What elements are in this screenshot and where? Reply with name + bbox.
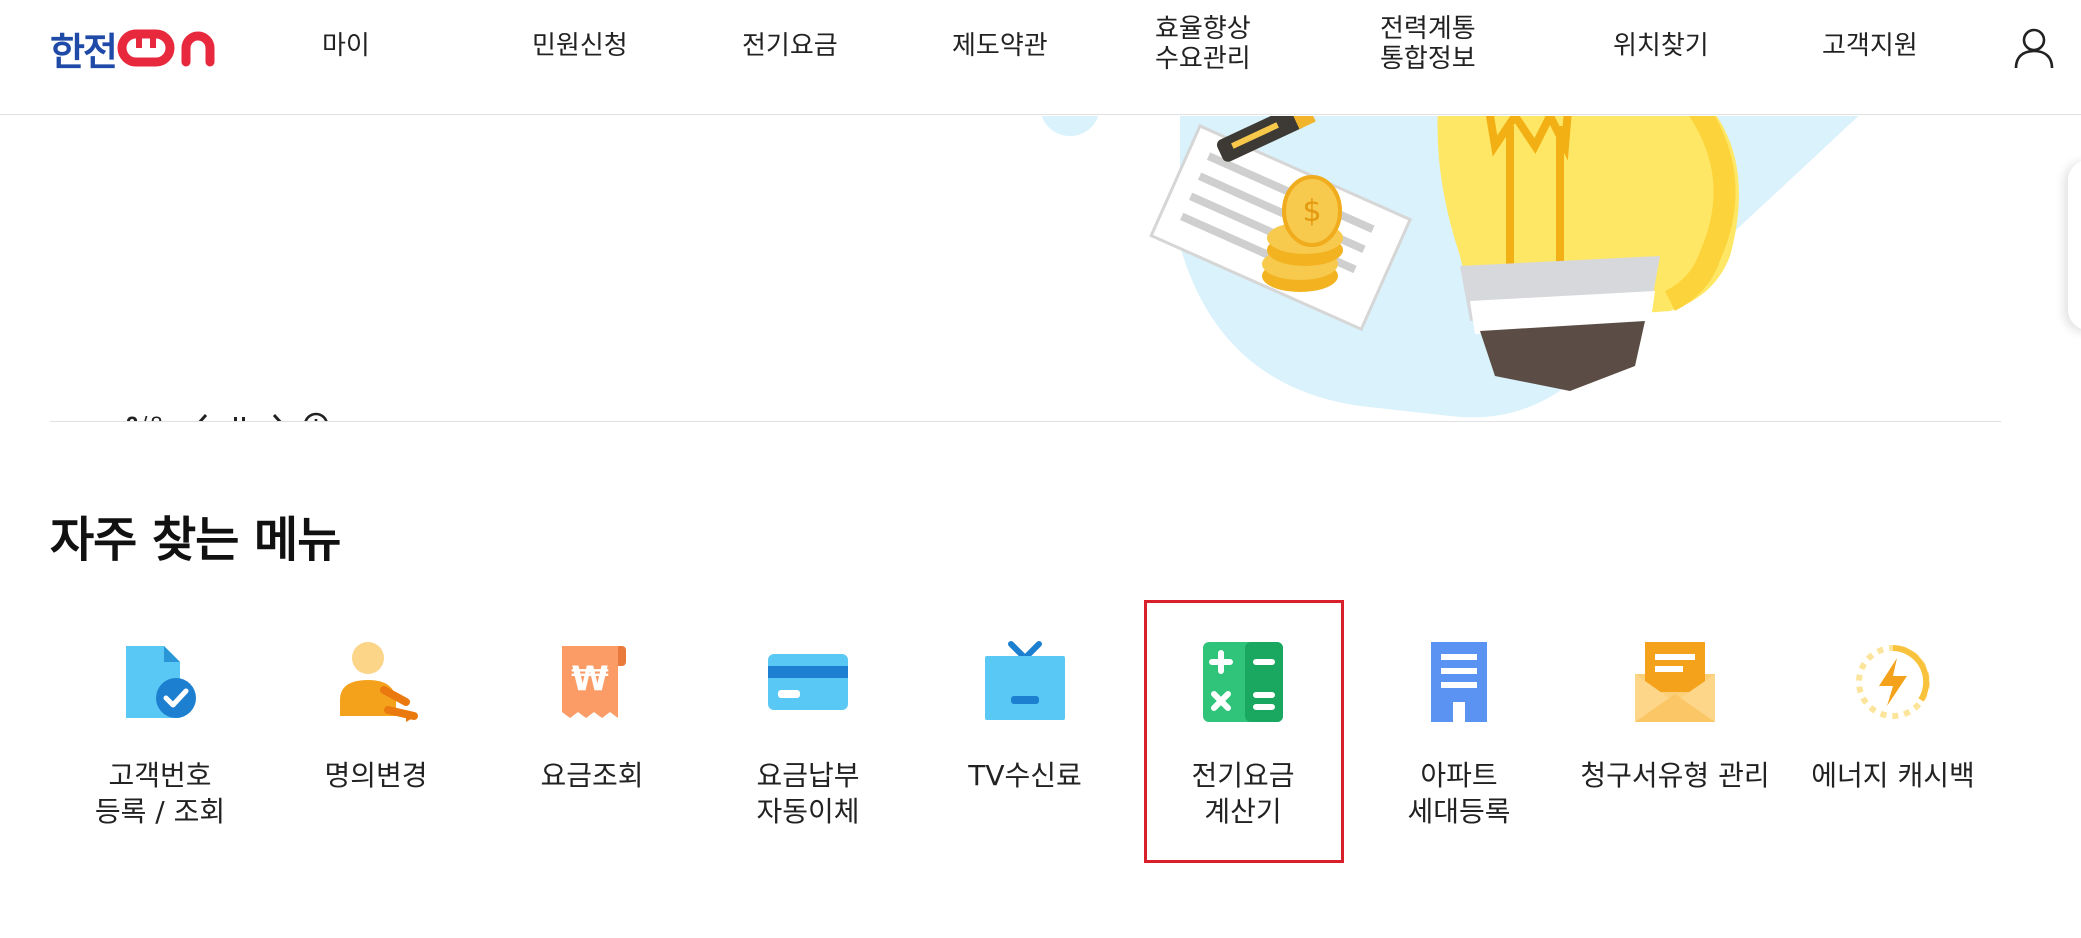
carousel-controls: 2/8	[126, 410, 331, 421]
pause-slide-button[interactable]	[225, 410, 255, 421]
plus-circle-icon	[303, 412, 328, 421]
menu-bill-type[interactable]: 청구서유형 관리	[1570, 640, 1780, 794]
credit-card-icon	[768, 654, 848, 710]
total-pages: 8	[150, 412, 162, 421]
current-page: 2	[126, 412, 138, 421]
hero-banner: $ 2/8	[0, 116, 2081, 421]
menu-name-change[interactable]: 명의변경	[271, 640, 481, 794]
menu-label: 요금납부 자동이체	[756, 759, 860, 828]
energy-cashback-icon	[1856, 645, 1930, 719]
chevron-right-icon	[272, 413, 282, 421]
nav-efficiency-demand[interactable]: 효율향상 수요관리	[1155, 14, 1251, 74]
menu-label: TV수신료	[968, 759, 1082, 792]
chevron-left-icon	[198, 413, 207, 421]
logo-text-han: 한전	[50, 29, 118, 74]
side-quick-tab[interactable]	[2068, 160, 2081, 330]
selection-highlight	[1144, 600, 1344, 863]
menu-label: 청구서유형 관리	[1580, 759, 1770, 792]
menu-energy-cashback[interactable]: 에너지 캐시백	[1788, 640, 1998, 794]
won-receipt-icon: ₩	[562, 646, 626, 718]
tv-icon	[985, 641, 1065, 720]
nav-location[interactable]: 위치찾기	[1613, 30, 1709, 62]
menu-label: 고객번호 등록 / 조회	[94, 759, 226, 828]
nav-efficiency-line1: 효율향상	[1155, 14, 1251, 44]
menu-label: 에너지 캐시백	[1811, 759, 1975, 792]
carousel-pager: 2/8	[126, 412, 163, 421]
apartment-icon	[1431, 642, 1487, 722]
menu-autopay[interactable]: 요금납부 자동이체	[703, 640, 913, 830]
envelope-icon	[1635, 642, 1715, 722]
frequent-menu-title: 자주 찾는 메뉴	[50, 512, 341, 568]
nav-efficiency-line2: 수요관리	[1155, 44, 1251, 74]
nav-support[interactable]: 고객지원	[1822, 30, 1918, 62]
menu-label: 요금조회	[540, 759, 644, 792]
prev-slide-button[interactable]	[187, 410, 217, 421]
nav-my[interactable]: 마이	[322, 30, 370, 62]
menu-customer-number[interactable]: 고객번호 등록 / 조회	[55, 640, 265, 830]
pause-icon	[233, 417, 245, 421]
bulb-bill-illustration[interactable]: $	[1030, 116, 1980, 421]
next-slide-button[interactable]	[263, 410, 293, 421]
page-separator: /	[141, 412, 147, 421]
nav-electric-bill[interactable]: 전기요금	[742, 30, 838, 62]
menu-tv-fee[interactable]: TV수신료	[920, 640, 1130, 794]
user-icon[interactable]	[2012, 26, 2056, 70]
site-header: 한전 마이 민원신청 전기요금 제도약관 효율향상 수요관리 전력계통 통합정보…	[0, 0, 2081, 115]
svg-text:$: $	[1302, 194, 1321, 229]
nav-terms[interactable]: 제도약관	[952, 30, 1048, 62]
document-check-icon	[126, 646, 196, 718]
section-divider	[50, 421, 2001, 422]
menu-label: 명의변경	[324, 759, 428, 792]
nav-civil-application[interactable]: 민원신청	[532, 30, 628, 62]
view-all-slides-button[interactable]	[301, 410, 331, 421]
person-transfer-icon	[340, 642, 418, 722]
menu-bill-inquiry[interactable]: ₩ 요금조회	[487, 640, 697, 794]
logo-on-mark-icon	[117, 29, 215, 67]
menu-label: 아파트 세대등록	[1407, 759, 1511, 828]
nav-grid-line2: 통합정보	[1380, 44, 1476, 74]
kepco-on-logo[interactable]: 한전	[50, 28, 238, 74]
svg-text:₩: ₩	[571, 659, 609, 699]
nav-grid-line1: 전력계통	[1380, 14, 1476, 44]
menu-apartment-register[interactable]: 아파트 세대등록	[1354, 640, 1564, 830]
nav-grid-info[interactable]: 전력계통 통합정보	[1380, 14, 1476, 74]
